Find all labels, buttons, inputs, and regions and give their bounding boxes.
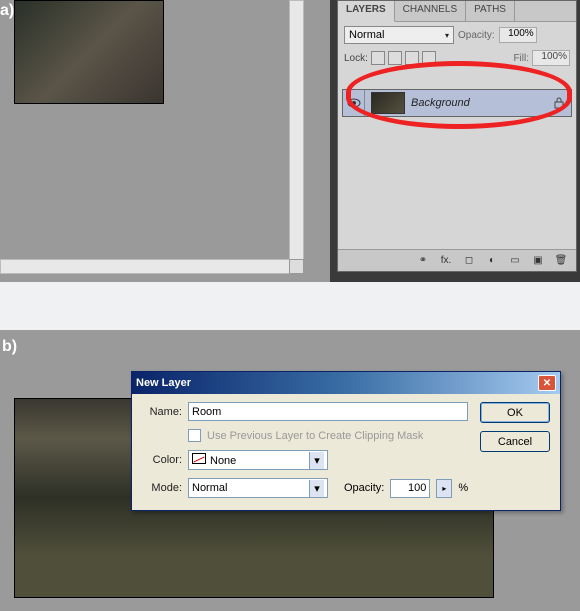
chevron-down-icon: ▾ <box>445 31 449 40</box>
dialog-buttons: OK Cancel <box>480 402 550 452</box>
opacity-label: Opacity: <box>344 482 384 494</box>
fill-label: Fill: <box>513 53 529 64</box>
lock-pixels-icon[interactable] <box>388 51 402 65</box>
fill-value[interactable]: 100% <box>532 50 570 66</box>
blend-mode-value: Normal <box>349 29 384 41</box>
section-gap <box>0 282 580 330</box>
dialog-title: New Layer <box>136 377 538 389</box>
tab-layers[interactable]: LAYERS <box>338 1 395 22</box>
lock-row: Lock: Fill: 100% <box>338 48 576 68</box>
panel-tabs: LAYERS CHANNELS PATHS <box>338 1 576 22</box>
mode-select[interactable]: Normal ▾ <box>188 478 328 498</box>
label-b: b) <box>2 338 17 356</box>
dialog-titlebar[interactable]: New Layer ✕ <box>132 372 560 394</box>
lock-position-icon[interactable] <box>405 51 419 65</box>
group-icon[interactable]: ▭ <box>508 254 522 268</box>
resize-corner[interactable] <box>289 259 304 274</box>
mode-label: Mode: <box>142 482 182 494</box>
opacity-stepper[interactable]: ▸ <box>436 479 452 498</box>
mask-icon[interactable]: ◻ <box>462 254 476 268</box>
lock-all-icon[interactable] <box>422 51 436 65</box>
link-icon[interactable]: ⚭ <box>416 254 430 268</box>
name-input[interactable] <box>188 402 468 421</box>
tab-paths[interactable]: PATHS <box>466 1 515 21</box>
visibility-toggle[interactable] <box>343 90 365 116</box>
name-label: Name: <box>142 406 182 418</box>
scrollbar-horizontal[interactable] <box>0 259 304 274</box>
cancel-button[interactable]: Cancel <box>480 431 550 452</box>
opacity-label: Opacity: <box>458 30 495 41</box>
layer-name[interactable]: Background <box>411 97 470 109</box>
blend-row: Normal ▾ Opacity: 100% <box>338 22 576 48</box>
clipping-mask-label: Use Previous Layer to Create Clipping Ma… <box>207 430 423 442</box>
color-select[interactable]: None ▾ <box>188 450 328 470</box>
color-value: None <box>192 453 236 467</box>
panel-footer: ⚭ fx. ◻ ◐ ▭ ▣ 🗑 <box>338 249 576 271</box>
tab-channels[interactable]: CHANNELS <box>395 1 466 21</box>
opacity-input[interactable] <box>390 479 430 498</box>
panel-dock: LAYERS CHANNELS PATHS Normal ▾ Opacity: … <box>330 0 580 282</box>
layer-row-background[interactable]: Background <box>342 89 572 117</box>
new-layer-dialog: New Layer ✕ Name: Use Previous Layer to … <box>131 371 561 511</box>
layer-list: Background <box>338 89 576 249</box>
lock-icon <box>553 97 565 109</box>
section-a: a) 忆缘设计论坛 WWW.MISSYUAN.COM LAYERS CHANNE… <box>0 0 580 282</box>
none-swatch-icon <box>192 453 206 464</box>
opacity-value[interactable]: 100% <box>499 27 537 43</box>
close-icon: ✕ <box>543 378 551 389</box>
canvas-image[interactable] <box>14 0 164 104</box>
clipping-mask-checkbox[interactable] <box>188 429 201 442</box>
new-layer-icon[interactable]: ▣ <box>531 254 545 268</box>
eye-icon <box>347 98 361 108</box>
chevron-down-icon: ▾ <box>309 452 324 469</box>
scrollbar-vertical[interactable] <box>289 0 304 264</box>
chevron-down-icon: ▾ <box>309 480 324 497</box>
close-button[interactable]: ✕ <box>538 375 556 391</box>
adjustment-icon[interactable]: ◐ <box>485 254 499 268</box>
trash-icon[interactable]: 🗑 <box>554 254 568 268</box>
lock-transparency-icon[interactable] <box>371 51 385 65</box>
mode-value: Normal <box>192 482 227 494</box>
layers-panel: LAYERS CHANNELS PATHS Normal ▾ Opacity: … <box>337 0 577 272</box>
label-a: a) <box>0 2 14 20</box>
percent-label: % <box>458 482 468 494</box>
lock-label: Lock: <box>344 53 368 64</box>
ok-button[interactable]: OK <box>480 402 550 423</box>
layer-thumbnail[interactable] <box>371 92 405 114</box>
color-label: Color: <box>142 454 182 466</box>
fx-icon[interactable]: fx. <box>439 254 453 268</box>
blend-mode-select[interactable]: Normal ▾ <box>344 26 454 44</box>
